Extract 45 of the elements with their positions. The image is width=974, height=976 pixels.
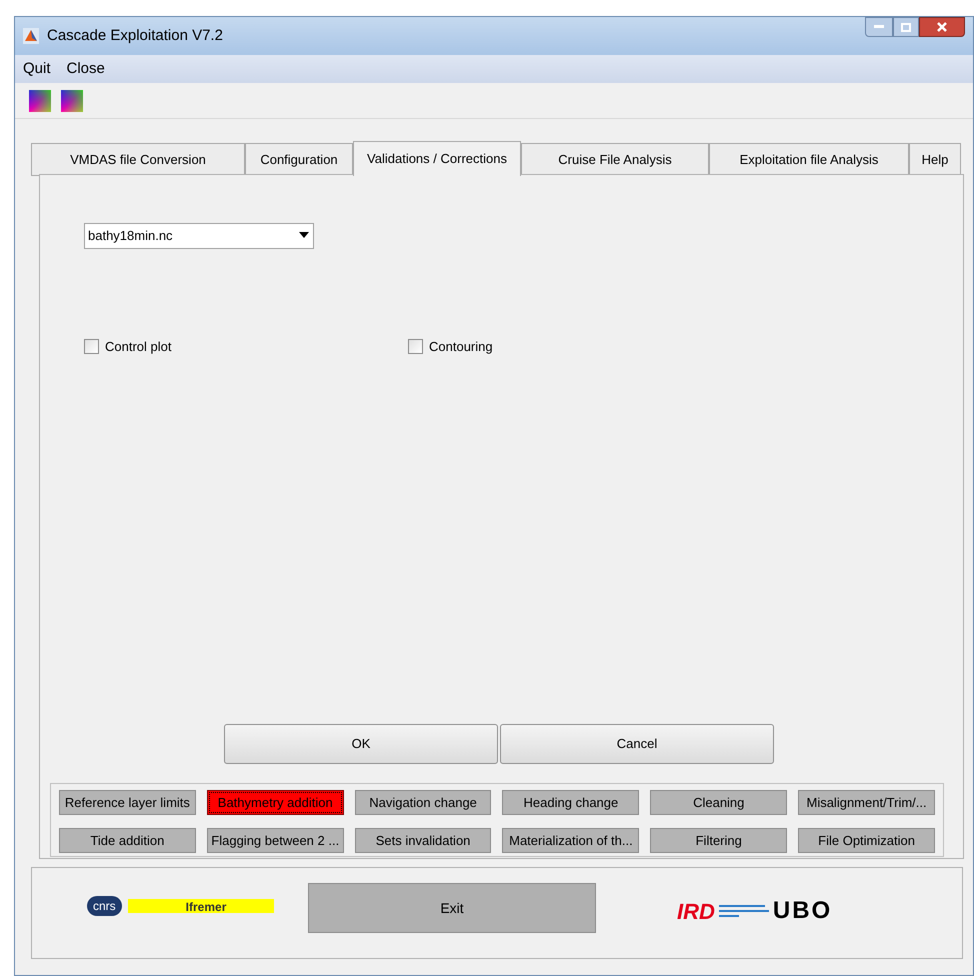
checkbox-label: Control plot [105,338,172,356]
tool-button[interactable]: Navigation change [354,790,492,815]
tool-button[interactable]: Heading change [502,790,640,815]
dropdown-arrow-icon [299,232,309,238]
colormap-icon[interactable] [61,90,83,112]
minimize-button[interactable] [865,17,893,37]
cnrs-logo: cnrs [87,896,122,916]
tab[interactable]: VMDAS file Conversion [31,143,245,176]
ok-button[interactable]: OK [224,724,498,764]
checkbox[interactable] [84,339,99,354]
maximize-icon [901,22,911,32]
tool-button[interactable]: Reference layer limits [59,790,196,815]
cancel-button[interactable]: Cancel [500,724,774,764]
maximize-button[interactable] [893,17,919,37]
close-icon [937,22,947,32]
menu-item[interactable]: Close [66,58,105,80]
tool-button[interactable]: Misalignment/Trim/... [798,790,935,815]
tab[interactable]: Exploitation file Analysis [709,143,909,176]
dropdown-value: bathy18min.nc [88,227,173,246]
institution-text-drawing [718,904,769,918]
tool-button[interactable]: Cleaning [650,790,788,815]
tab[interactable]: Validations / Corrections [353,141,521,176]
tool-button[interactable]: Bathymetry addition [206,790,344,815]
minimize-icon [874,25,884,29]
tool-button[interactable]: Tide addition [59,828,196,853]
tab[interactable]: Configuration [245,143,353,176]
menu-item[interactable]: Quit [23,58,51,80]
tab[interactable]: Cruise File Analysis [521,143,709,176]
tool-button[interactable]: Materialization of th... [502,828,640,853]
window-title: Cascade Exploitation V7.2 [47,26,223,46]
ifremer-logo: Ifremer [128,899,274,913]
app-icon [23,28,39,44]
ird-logo: IRD [677,898,715,926]
file-dropdown[interactable]: bathy18min.nc [84,223,314,249]
checkbox-label: Contouring [429,338,493,356]
close-button[interactable] [919,17,965,37]
exit-button[interactable]: Exit [308,883,596,933]
colormap-icon[interactable] [29,90,51,112]
tool-button[interactable]: Filtering [650,828,788,853]
ubo-logo: UBO [772,896,832,926]
tool-button[interactable]: File Optimization [798,828,935,853]
tool-button[interactable]: Flagging between 2 ... [206,828,344,853]
checkbox[interactable] [408,339,423,354]
tool-button[interactable]: Sets invalidation [354,828,492,853]
tab[interactable]: Help [909,143,961,176]
